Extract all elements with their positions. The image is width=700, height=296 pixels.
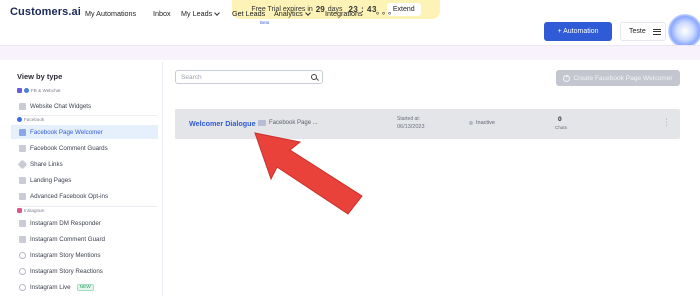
sidebar-item-advanced-facebook-opt-ins[interactable]: Advanced Facebook Opt-ins xyxy=(11,189,158,203)
sidebar-item-label: Share Links xyxy=(30,160,63,168)
sidebar-item-label: Instagram Story Mentions xyxy=(30,251,101,259)
table-row[interactable]: Welcomer Dialogue Facebook Page ... Star… xyxy=(175,109,680,139)
sidebar-item-landing-pages[interactable]: Landing Pages xyxy=(11,173,158,187)
chats-count: 0 xyxy=(558,116,562,123)
group-instagram: Instagram xyxy=(17,208,44,213)
story-icon xyxy=(19,267,26,275)
comment-guard-icon xyxy=(19,144,26,152)
add-automation-button[interactable]: + Automation xyxy=(544,22,612,41)
arrow-shape xyxy=(254,132,363,215)
sidebar-item-instagram-dm-responder[interactable]: Instagram DM Responder xyxy=(11,216,158,230)
nav-analytics[interactable]: Analytics xyxy=(274,9,311,18)
nav-my-automations[interactable]: My Automations xyxy=(85,9,136,18)
sidebar-item-instagram-story-mentions[interactable]: Instagram Story Mentions xyxy=(11,248,158,262)
live-icon xyxy=(19,283,26,291)
nav-my-leads[interactable]: My Leads xyxy=(181,9,221,18)
nav-analytics-label: Analytics xyxy=(274,9,303,18)
sidebar-item-share-links[interactable]: Share Links xyxy=(11,157,158,171)
chat-widget-icon xyxy=(19,102,26,110)
cursor-highlight xyxy=(668,14,700,48)
menu-icon xyxy=(652,28,661,35)
messenger-icon xyxy=(17,88,22,93)
group-fb-webchat: FB & Webchat xyxy=(17,88,61,93)
sidebar-item-label: Instagram Comment Guard xyxy=(30,235,105,243)
story-icon xyxy=(19,251,26,259)
user-name: Teste xyxy=(629,28,646,35)
instagram-icon xyxy=(17,208,22,213)
facebook-icon xyxy=(17,117,22,122)
started-label: Started at: xyxy=(397,116,421,122)
search-icon xyxy=(311,74,317,80)
create-button-label: Create Facebook Page Welcomer xyxy=(573,74,673,82)
landing-page-icon xyxy=(19,176,26,184)
welcomer-icon xyxy=(19,128,26,136)
search-input[interactable]: Search xyxy=(175,70,323,84)
welcomer-type: Facebook Page ... xyxy=(258,120,318,126)
status-badge: Inactive xyxy=(469,120,495,126)
sidebar-item-website-chat-widgets[interactable]: Website Chat Widgets xyxy=(11,99,158,113)
divider xyxy=(17,206,157,207)
sidebar-item-instagram-live[interactable]: Instagram Live NEW xyxy=(11,280,158,294)
group-label: FB & Webchat xyxy=(31,88,61,93)
opt-in-icon xyxy=(19,192,26,200)
chats-label: Chats xyxy=(555,125,568,130)
new-badge: NEW xyxy=(76,283,94,291)
sidebar-item-facebook-page-welcomer[interactable]: Facebook Page Welcomer xyxy=(11,125,158,139)
welcomer-name-link[interactable]: Welcomer Dialogue xyxy=(189,119,256,128)
subheader-bar xyxy=(0,45,700,60)
status-label: Inactive xyxy=(476,120,495,126)
webchat-icon xyxy=(24,88,29,93)
more-icon[interactable]: ∘∘∘ xyxy=(375,9,393,18)
sidebar-item-instagram-story-reactions[interactable]: Instagram Story Reactions xyxy=(11,264,158,278)
nav-my-leads-label: My Leads xyxy=(181,9,213,18)
dm-icon xyxy=(19,219,26,227)
create-welcomer-button[interactable]: + Create Facebook Page Welcomer xyxy=(556,70,680,86)
nav-get-leads[interactable]: Get Leads xyxy=(232,9,265,18)
sidebar-item-label: Instagram Story Reactions xyxy=(30,267,103,275)
sidebar-item-label: Facebook Comment Guards xyxy=(30,144,108,152)
started-value: 06/13/2023 xyxy=(397,124,425,130)
logo[interactable]: Customers.ai xyxy=(10,6,81,18)
comment-guard-icon xyxy=(19,235,26,243)
group-label: Facebook xyxy=(24,117,45,122)
sidebar-item-facebook-comment-guards[interactable]: Facebook Comment Guards xyxy=(11,141,158,155)
nav-inbox[interactable]: Inbox xyxy=(153,9,171,18)
user-menu-button[interactable]: Teste xyxy=(620,22,666,41)
chevron-down-icon xyxy=(304,10,311,16)
beta-badge: Beta xyxy=(260,20,270,25)
sidebar-item-label: Website Chat Widgets xyxy=(30,102,92,110)
sidebar: View by type FB & Webchat Website Chat W… xyxy=(11,62,163,296)
plus-icon: + xyxy=(563,74,571,82)
chevron-down-icon xyxy=(214,10,221,16)
group-label: Instagram xyxy=(24,208,45,213)
sidebar-item-label: Landing Pages xyxy=(30,176,72,184)
status-dot-icon xyxy=(469,121,473,125)
sidebar-item-label: Instagram Live xyxy=(30,283,71,291)
sidebar-item-label: Instagram DM Responder xyxy=(30,219,101,227)
group-facebook: Facebook xyxy=(17,117,44,122)
welcomer-type-label: Facebook Page ... xyxy=(269,120,318,126)
nav-integrations[interactable]: Integrations xyxy=(325,9,363,18)
divider xyxy=(17,115,157,116)
sidebar-item-label: Facebook Page Welcomer xyxy=(30,128,103,136)
sidebar-item-label: Advanced Facebook Opt-ins xyxy=(30,192,109,200)
more-options-icon[interactable]: · · · xyxy=(665,116,668,129)
sidebar-title: View by type xyxy=(17,72,63,81)
link-icon xyxy=(17,159,28,169)
facebook-page-icon xyxy=(258,120,266,126)
trial-days: 29 xyxy=(315,5,325,14)
search-placeholder: Search xyxy=(181,73,202,81)
sidebar-item-instagram-comment-guard[interactable]: Instagram Comment Guard xyxy=(11,232,158,246)
